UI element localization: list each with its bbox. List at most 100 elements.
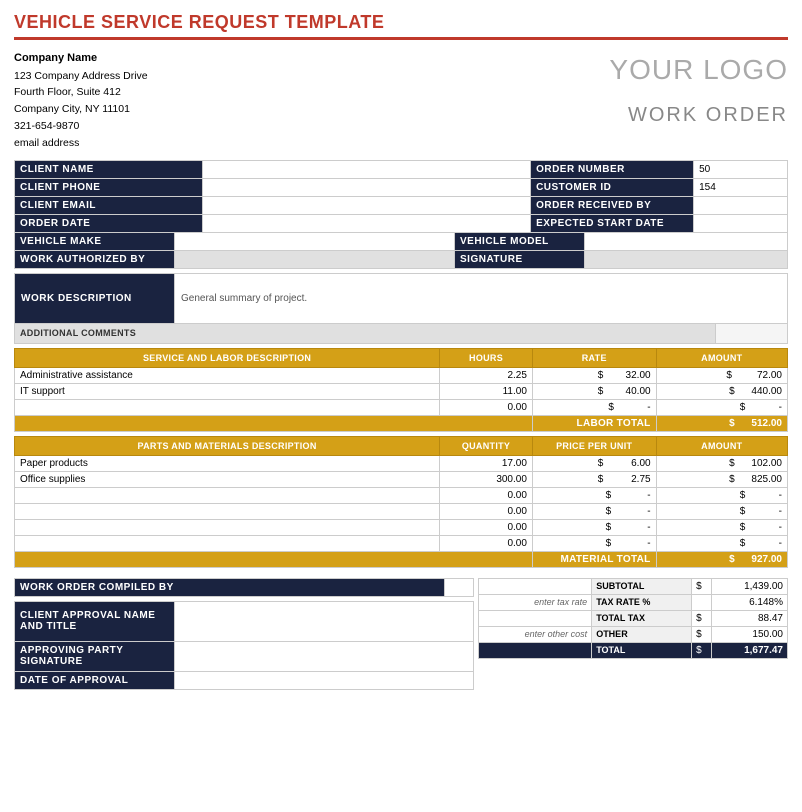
service-labor-table: SERVICE AND LABOR DESCRIPTION HOURS RATE… [14, 348, 788, 432]
parts-row-6: 0.00 $ - $ - [15, 535, 788, 551]
signature-label: SIGNATURE [455, 250, 585, 268]
material-total-value: $ 927.00 [656, 551, 787, 567]
doc-title: VEHICLE SERVICE REQUEST TEMPLATE [14, 12, 788, 40]
labor-total-value: $ 512.00 [656, 415, 787, 431]
subtotal-dollar: $ [692, 578, 712, 594]
expected-start-value[interactable] [694, 214, 788, 232]
parts-row-4: 0.00 $ - $ - [15, 503, 788, 519]
material-total-row: MATERIAL TOTAL $ 927.00 [15, 551, 788, 567]
comments-table: ADDITIONAL COMMENTS [14, 323, 788, 344]
logo-area: YOUR LOGO WORK ORDER [609, 50, 788, 152]
compiled-table: WORK ORDER COMPILED BY [14, 578, 474, 597]
material-total-spacer [15, 551, 533, 567]
total-dollar: $ [692, 642, 712, 658]
additional-comments-value[interactable] [716, 323, 788, 343]
service-row-1: Administrative assistance 2.25 $ 32.00 $… [15, 367, 788, 383]
client-email-value[interactable] [202, 196, 530, 214]
approval-table: CLIENT APPROVAL NAME AND TITLE APPROVING… [14, 601, 474, 690]
dates-table: VEHICLE MAKE VEHICLE MODEL [14, 232, 788, 251]
labor-total-spacer [15, 415, 533, 431]
subtotal-value: 1,439.00 [712, 578, 788, 594]
service-row1-amount: $ 72.00 [656, 367, 787, 383]
order-received-label: ORDER RECEIVED BY [531, 196, 694, 214]
client-info-table: CLIENT NAME ORDER NUMBER 50 CLIENT PHONE… [14, 160, 788, 233]
subtotal-note [479, 578, 592, 594]
service-row1-hours: 2.25 [440, 367, 533, 383]
customer-id-label: CUSTOMER ID [531, 178, 694, 196]
subtotal-label: SUBTOTAL [592, 578, 692, 594]
parts-row3-amount: $ - [656, 487, 787, 503]
total-row: TOTAL $ 1,677.47 [479, 642, 788, 658]
vehicle-make-label: VEHICLE MAKE [15, 232, 175, 250]
parts-row2-price: $ 2.75 [532, 471, 656, 487]
parts-row4-desc [15, 503, 440, 519]
parts-row-5: 0.00 $ - $ - [15, 519, 788, 535]
approving-party-value[interactable] [175, 641, 474, 671]
client-email-label: CLIENT EMAIL [15, 196, 203, 214]
parts-desc-header: PARTS AND MATERIALS DESCRIPTION [15, 436, 440, 455]
work-description-table: WORK DESCRIPTION General summary of proj… [14, 273, 788, 324]
total-label: TOTAL [592, 642, 692, 658]
service-amount-header: AMOUNT [656, 348, 787, 367]
totaltax-row: TOTAL TAX $ 88.47 [479, 610, 788, 626]
compiled-value[interactable] [445, 578, 474, 596]
parts-row5-amount: $ - [656, 519, 787, 535]
service-row2-hours: 11.00 [440, 383, 533, 399]
order-date-value[interactable] [202, 214, 530, 232]
parts-materials-table: PARTS AND MATERIALS DESCRIPTION QUANTITY… [14, 436, 788, 568]
left-bottom: WORK ORDER COMPILED BY CLIENT APPROVAL N… [14, 572, 474, 690]
date-approval-value[interactable] [175, 671, 474, 689]
parts-row6-desc [15, 535, 440, 551]
client-approval-value[interactable] [175, 601, 474, 641]
other-row: enter other cost OTHER $ 150.00 [479, 626, 788, 642]
parts-row-2: Office supplies 300.00 $ 2.75 $ 825.00 [15, 471, 788, 487]
parts-row2-amount: $ 825.00 [656, 471, 787, 487]
labor-total-row: LABOR TOTAL $ 512.00 [15, 415, 788, 431]
work-desc-label: WORK DESCRIPTION [15, 273, 175, 323]
additional-comments-label: ADDITIONAL COMMENTS [15, 323, 716, 343]
company-name: Company Name [14, 50, 148, 68]
company-address2: Fourth Floor, Suite 412 [14, 84, 148, 101]
service-row1-desc: Administrative assistance [15, 367, 440, 383]
total-note [479, 642, 592, 658]
service-desc-header: SERVICE AND LABOR DESCRIPTION [15, 348, 440, 367]
parts-row6-amount: $ - [656, 535, 787, 551]
company-phone: 321-654-9870 [14, 118, 148, 135]
vehicle-model-label: VEHICLE MODEL [455, 232, 585, 250]
order-number-value[interactable]: 50 [694, 160, 788, 178]
tax-rate-note: enter tax rate [479, 594, 592, 610]
tax-rate-value: 6.148% [712, 594, 788, 610]
auth-table: WORK AUTHORIZED BY SIGNATURE [14, 250, 788, 269]
client-phone-value[interactable] [202, 178, 530, 196]
customer-id-value[interactable]: 154 [694, 178, 788, 196]
order-received-value[interactable] [694, 196, 788, 214]
parts-row3-price: $ - [532, 487, 656, 503]
vehicle-make-value[interactable] [175, 232, 455, 250]
work-auth-label: WORK AUTHORIZED BY [15, 250, 175, 268]
parts-row5-desc [15, 519, 440, 535]
signature-value[interactable] [585, 250, 788, 268]
labor-total-label: LABOR TOTAL [532, 415, 656, 431]
service-row-2: IT support 11.00 $ 40.00 $ 440.00 [15, 383, 788, 399]
service-row3-amount: $ - [656, 399, 787, 415]
order-date-label: ORDER DATE [15, 214, 203, 232]
parts-row6-qty: 0.00 [440, 535, 533, 551]
parts-row1-price: $ 6.00 [532, 455, 656, 471]
tax-rate-label: TAX RATE % [592, 594, 692, 610]
total-tax-label: TOTAL TAX [592, 610, 692, 626]
other-label: OTHER [592, 626, 692, 642]
parts-price-header: PRICE PER UNIT [532, 436, 656, 455]
parts-row2-desc: Office supplies [15, 471, 440, 487]
parts-row6-price: $ - [532, 535, 656, 551]
parts-row3-desc [15, 487, 440, 503]
client-name-value[interactable] [202, 160, 530, 178]
service-row3-desc [15, 399, 440, 415]
client-name-label: CLIENT NAME [15, 160, 203, 178]
vehicle-model-value[interactable] [585, 232, 788, 250]
right-totals: SUBTOTAL $ 1,439.00 enter tax rate TAX R… [478, 572, 788, 690]
work-auth-value[interactable] [175, 250, 455, 268]
order-number-label: ORDER NUMBER [531, 160, 694, 178]
company-email: email address [14, 135, 148, 152]
service-row1-rate: $ 32.00 [532, 367, 656, 383]
work-desc-value[interactable]: General summary of project. [175, 273, 788, 323]
